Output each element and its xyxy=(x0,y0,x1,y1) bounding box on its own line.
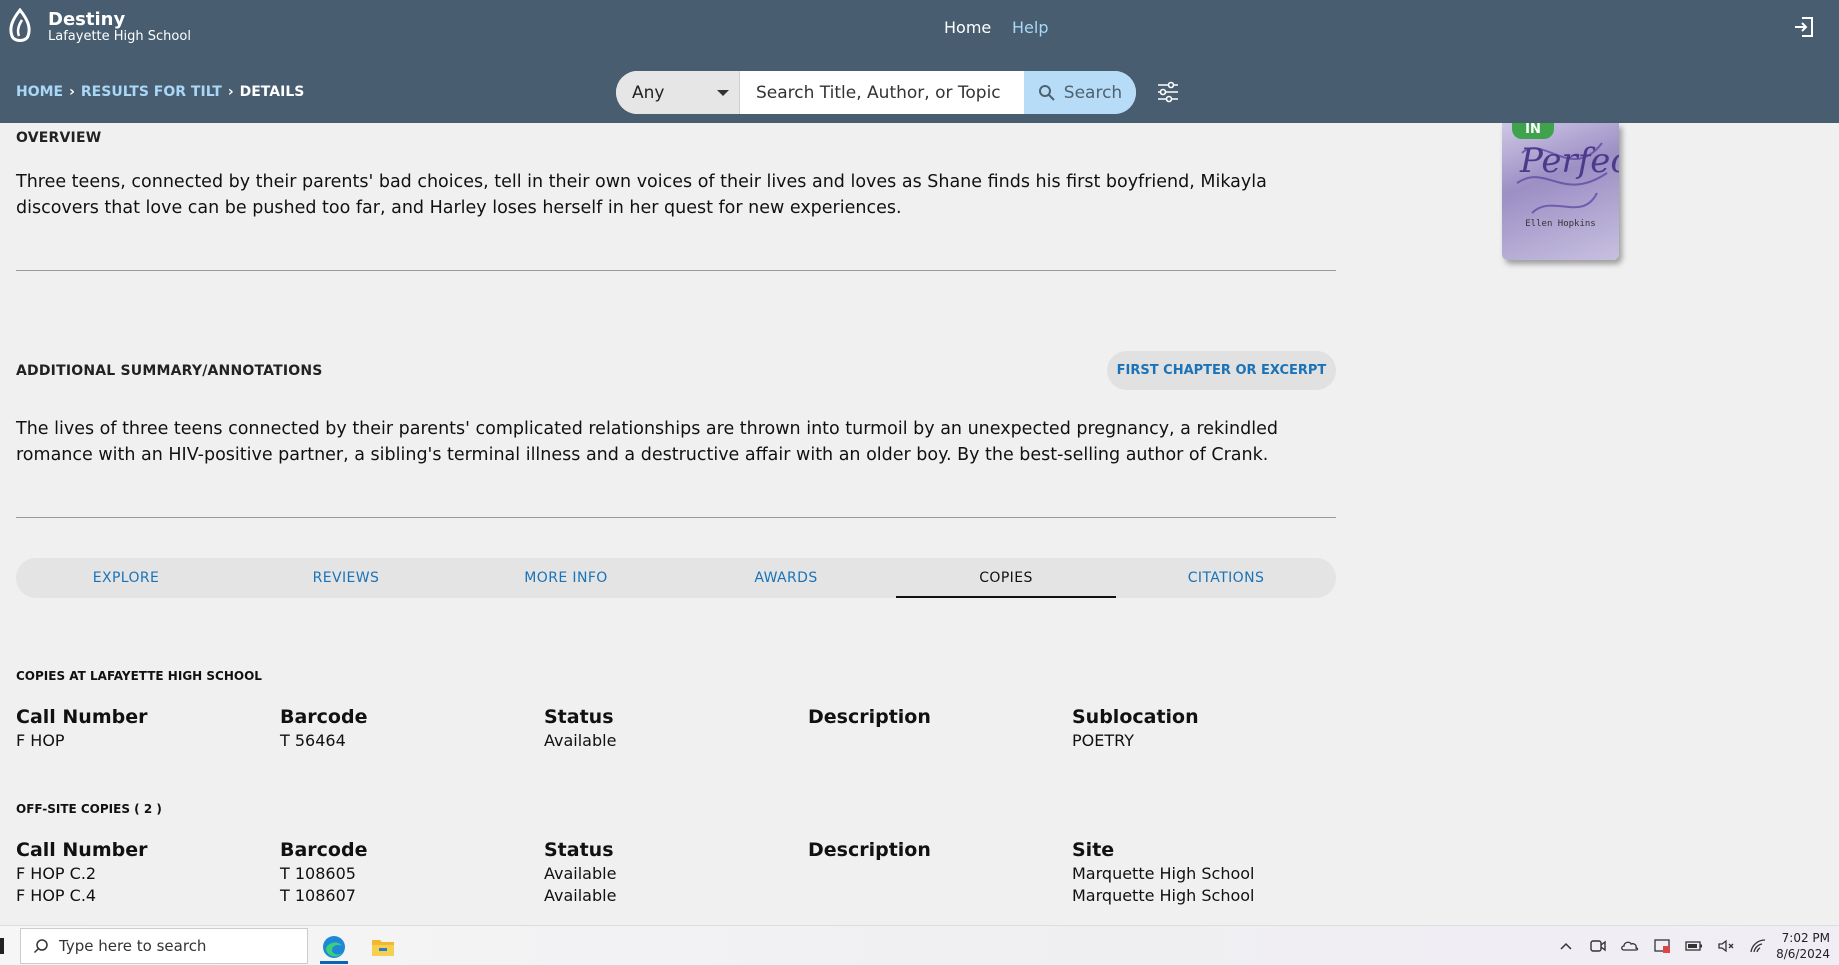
file-explorer-icon xyxy=(372,940,394,956)
wifi-icon[interactable] xyxy=(1748,936,1768,956)
breadcrumb-current: DETAILS xyxy=(239,84,305,100)
table-cell: POETRY xyxy=(1072,731,1134,750)
overview-heading: OVERVIEW xyxy=(16,130,102,146)
table-cell: T 108607 xyxy=(280,886,356,905)
breadcrumb-home[interactable]: HOME xyxy=(16,84,63,100)
search-icon xyxy=(33,939,48,954)
tab-copies[interactable]: COPIES xyxy=(896,558,1116,598)
table-cell: F HOP C.2 xyxy=(16,864,97,883)
search-box: Any Search xyxy=(616,71,1136,114)
tab-more-info[interactable]: MORE INFO xyxy=(456,558,676,598)
detail-tabs: EXPLORE REVIEWS MORE INFO AWARDS COPIES … xyxy=(16,558,1336,598)
chevron-up-icon[interactable] xyxy=(1556,936,1576,956)
tab-explore[interactable]: EXPLORE xyxy=(16,558,236,598)
table-cell: Marquette High School xyxy=(1072,886,1255,905)
volume-muted-icon[interactable] xyxy=(1716,936,1736,956)
destiny-logo-icon[interactable] xyxy=(6,8,34,46)
breadcrumb: HOME › RESULTS FOR TILT › DETAILS xyxy=(16,84,304,100)
divider xyxy=(16,517,1336,518)
taskbar-search-placeholder: Type here to search xyxy=(59,937,207,955)
top-header: Destiny Lafayette High School Home Help xyxy=(0,0,1839,62)
table-cell: F HOP C.4 xyxy=(16,886,97,905)
search-bar-area: HOME › RESULTS FOR TILT › DETAILS Any Se… xyxy=(0,62,1839,123)
meet-now-icon[interactable] xyxy=(1588,936,1608,956)
search-icon xyxy=(1038,84,1055,101)
nav-home-link[interactable]: Home xyxy=(944,18,991,37)
table-cell: Available xyxy=(544,864,617,883)
nav-help-link[interactable]: Help xyxy=(1012,18,1048,37)
clock-time: 7:02 PM xyxy=(1781,931,1830,945)
column-header: Status xyxy=(544,706,614,728)
summary-text: The lives of three teens connected by th… xyxy=(16,419,1278,465)
clock-date: 8/6/2024 xyxy=(1776,947,1830,961)
table-cell: Marquette High School xyxy=(1072,864,1255,883)
filter-sliders-icon[interactable] xyxy=(1156,80,1180,104)
search-button[interactable]: Search xyxy=(1024,71,1136,114)
overview-text: Three teens, connected by their parents'… xyxy=(16,172,1267,218)
table-cell: Available xyxy=(544,731,617,750)
breadcrumb-results[interactable]: RESULTS FOR TILT xyxy=(81,84,222,100)
tab-reviews[interactable]: REVIEWS xyxy=(236,558,456,598)
column-header: Description xyxy=(808,706,931,728)
offsite-copies-heading: OFF-SITE COPIES ( 2 ) xyxy=(16,802,162,816)
column-header: Site xyxy=(1072,839,1115,861)
search-scope-select[interactable]: Any xyxy=(616,71,740,114)
edge-icon xyxy=(323,936,345,958)
chevron-right-icon: › xyxy=(227,84,234,100)
brand-name[interactable]: Destiny xyxy=(48,9,125,30)
tab-awards[interactable]: AWARDS xyxy=(676,558,896,598)
onedrive-icon[interactable] xyxy=(1620,936,1640,956)
battery-icon[interactable] xyxy=(1684,936,1704,956)
start-button[interactable] xyxy=(0,938,4,954)
first-chapter-button[interactable]: FIRST CHAPTER OR EXCERPT xyxy=(1107,351,1336,390)
table-cell: T 108605 xyxy=(280,864,356,883)
local-copies-heading: COPIES AT LAFAYETTE HIGH SCHOOL xyxy=(16,669,262,683)
column-header: Status xyxy=(544,839,614,861)
book-cover-image[interactable]: IN Perfect Ellen Hopkins xyxy=(1502,123,1619,260)
column-header: Description xyxy=(808,839,931,861)
chevron-right-icon: › xyxy=(69,84,75,100)
update-icon[interactable] xyxy=(1652,936,1672,956)
divider xyxy=(16,270,1336,271)
school-name[interactable]: Lafayette High School xyxy=(48,29,191,44)
edge-browser-button[interactable] xyxy=(312,930,356,964)
file-explorer-button[interactable] xyxy=(361,930,405,964)
table-cell: T 56464 xyxy=(280,731,346,750)
taskbar-search[interactable]: Type here to search xyxy=(20,928,308,964)
column-header: Call Number xyxy=(16,839,148,861)
cover-title: Perfect xyxy=(1520,141,1619,181)
column-header: Barcode xyxy=(280,839,368,861)
sign-in-icon[interactable] xyxy=(1793,16,1815,38)
column-header: Barcode xyxy=(280,706,368,728)
search-button-label: Search xyxy=(1063,82,1123,103)
table-cell: Available xyxy=(544,886,617,905)
search-scope-value: Any xyxy=(632,82,665,103)
system-clock[interactable]: 7:02 PM 8/6/2024 xyxy=(1770,930,1830,962)
os-taskbar: Type here to search 7:02 PM 8/6/2024 xyxy=(0,925,1839,965)
tab-citations[interactable]: CITATIONS xyxy=(1116,558,1336,598)
column-header: Sublocation xyxy=(1072,706,1199,728)
search-input[interactable] xyxy=(740,71,1024,114)
column-header: Call Number xyxy=(16,706,148,728)
cover-author: Ellen Hopkins xyxy=(1525,219,1596,229)
table-cell: F HOP xyxy=(16,731,65,750)
summary-heading: ADDITIONAL SUMMARY/ANNOTATIONS xyxy=(16,363,323,379)
caret-down-icon xyxy=(717,90,729,96)
